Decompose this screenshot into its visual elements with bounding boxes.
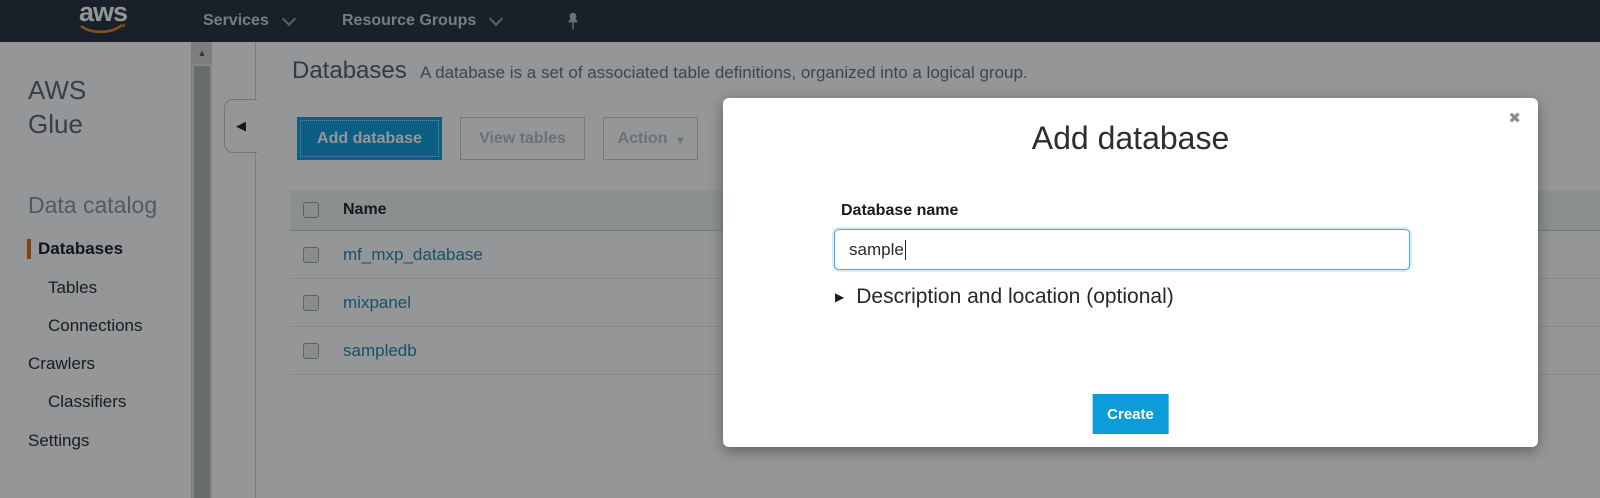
input-value: sample — [849, 240, 904, 260]
aws-glue-console: aws Services Resource Groups AWS Glue Da… — [0, 0, 1600, 498]
add-database-modal: ✖ Add database Database name sample ▶ De… — [723, 98, 1538, 447]
database-name-input[interactable]: sample — [834, 229, 1410, 270]
modal-title: Add database — [723, 120, 1538, 157]
database-name-label: Database name — [841, 202, 958, 220]
description-location-expander[interactable]: ▶ Description and location (optional) — [835, 285, 1174, 309]
create-button[interactable]: Create — [1092, 394, 1169, 434]
disclosure-right-icon: ▶ — [835, 290, 844, 304]
text-cursor — [905, 240, 906, 260]
